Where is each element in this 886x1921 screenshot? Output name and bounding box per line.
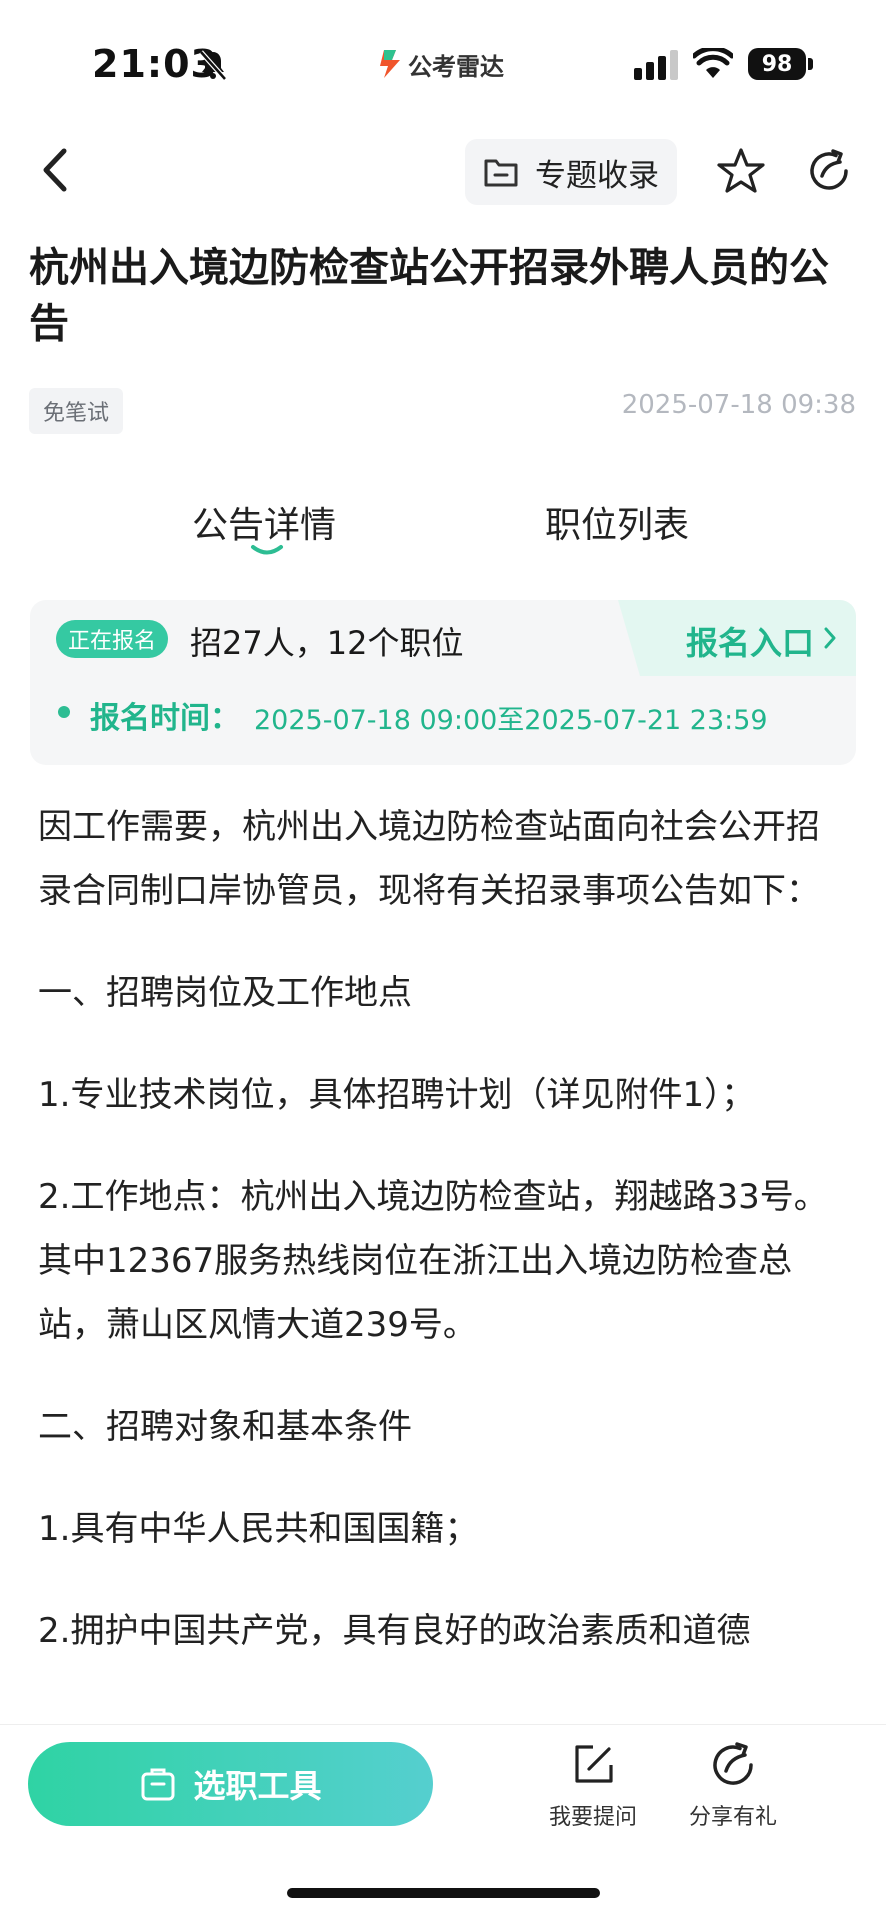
signup-entry-button[interactable]: 报名入口 [618,600,856,676]
signup-entry-label: 报名入口 [685,624,814,662]
app-name: 公考雷达 [408,52,504,81]
star-icon[interactable] [716,147,766,195]
bell-muted-icon [199,50,227,81]
wifi-icon [693,48,733,78]
article-paragraph: 因工作需要，杭州出入境边防检查站面向社会公开招录合同制口岸协管员，现将有关招录事… [38,807,820,911]
share-gift-button[interactable]: 分享有礼 [673,1741,793,1831]
position-tool-label: 选职工具 [193,1767,322,1805]
publish-time: 2025-07-18 09:38 [621,390,856,420]
home-indicator [287,1888,600,1898]
signup-card: 报名入口 正在报名 招27人，12个职位 报名时间： 2025-07-18 09… [30,600,856,765]
quota-text: 招27人，12个职位 [190,624,464,662]
article-heading: 二、招聘对象和基本条件 [38,1407,412,1447]
tag-badge: 免笔试 [29,388,124,434]
signal-icon [634,50,678,80]
share-icon [713,1742,753,1785]
folder-icon [484,159,518,187]
article-paragraph: 2.工作地点：杭州出入境边防检查站，翔越路33号。 其中12367服务热线岗位在… [38,1177,828,1345]
signup-time-value: 2025-07-18 09:00至2025-07-21 23:59 [254,705,768,736]
app-logo: 公考雷达 [378,44,504,84]
tab-announcement-details[interactable]: 公告详情 [192,496,336,548]
bottom-bar: 选职工具 我要提问 分享有礼 [0,1724,886,1921]
article-paragraph: 1.具有中华人民共和国国籍； [38,1509,479,1549]
article-paragraph: 1.专业技术岗位，具体招聘计划（详见附件1）； [38,1075,756,1115]
topic-collect-label: 专题收录 [535,157,659,194]
app-logo-mark-icon [380,50,400,78]
article-heading: 一、招聘岗位及工作地点 [38,973,412,1013]
article-paragraph: 2.拥护中国共产党，具有良好的政治素质和道德 [38,1611,751,1651]
bullet-dot [58,706,70,718]
edit-icon [575,1745,613,1783]
chevron-right-icon [824,627,836,649]
share-icon[interactable] [806,148,852,194]
ask-question-label: 我要提问 [548,1805,637,1830]
battery-indicator: 98 [748,48,806,80]
status-bar: 21:03 公考雷达 98 [0,0,886,120]
tab-position-list[interactable]: 职位列表 [545,496,689,548]
signup-time-label: 报名时间： [90,701,240,736]
position-tool-button[interactable]: 选职工具 [28,1742,433,1826]
briefcase-icon [141,1768,175,1801]
share-gift-label: 分享有礼 [688,1805,777,1830]
battery-cap [808,58,813,70]
article-body: 因工作需要，杭州出入境边防检查站面向社会公开招录合同制口岸协管员，现将有关招录事… [38,795,838,1701]
back-icon[interactable] [36,145,76,195]
topic-collect-button[interactable]: 专题收录 [465,139,677,205]
page-title: 杭州出入境边防检查站公开招录外聘人员的公告 [29,245,829,347]
active-tab-indicator [251,545,283,555]
ask-question-button[interactable]: 我要提问 [533,1741,653,1831]
status-badge: 正在报名 [56,620,169,658]
